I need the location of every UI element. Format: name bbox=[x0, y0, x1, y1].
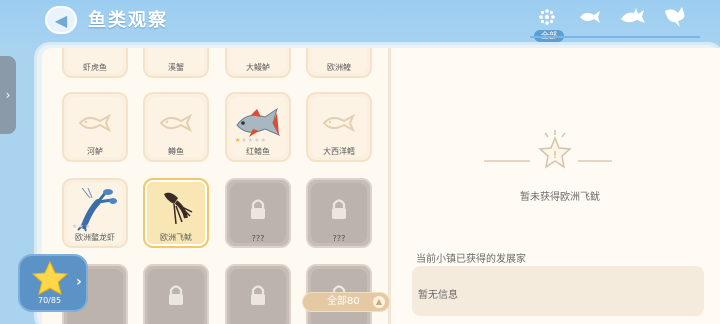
fish-card-locked[interactable]: ??? bbox=[306, 178, 372, 248]
fish-name: ??? bbox=[251, 234, 265, 243]
progress-text: 70/85 bbox=[38, 296, 62, 305]
lock-icon bbox=[251, 199, 265, 219]
count-filter-label: 全部80 bbox=[327, 296, 360, 307]
side-expand-tab[interactable]: › bbox=[0, 56, 16, 134]
lock-icon bbox=[332, 199, 346, 219]
tab-medium-fish[interactable] bbox=[618, 4, 648, 30]
fish-silhouette-icon bbox=[159, 113, 193, 133]
fish-card[interactable]: 河鲈 bbox=[62, 92, 128, 162]
not-obtained-text: 暂未获得欧洲飞鱿 bbox=[520, 192, 600, 203]
rarity-stars: ★★★ bbox=[72, 223, 92, 230]
tab-small-fish[interactable] bbox=[575, 4, 605, 30]
medium-fish-icon bbox=[621, 8, 645, 23]
fish-name: 红鳍鱼 bbox=[246, 147, 270, 156]
squid-icon bbox=[164, 192, 193, 225]
fish-card-selected[interactable]: 欧洲飞鱿 bbox=[143, 178, 209, 248]
fish-silhouette-icon bbox=[78, 113, 112, 133]
chevron-left-icon: ◀ bbox=[54, 10, 68, 30]
lock-icon bbox=[251, 285, 265, 305]
fish-card[interactable]: 溪蟹 bbox=[143, 48, 209, 78]
star-badge-icon bbox=[31, 260, 69, 295]
chevron-up-icon: ▲ bbox=[373, 296, 385, 308]
tab-all[interactable] bbox=[532, 4, 562, 30]
fish-card[interactable]: ★★★ 欧洲螯龙虾 bbox=[62, 178, 128, 248]
fish-grid: 虾虎鱼 溪蟹 大鳗鲈 欧洲鳇 河鲈 鳟鱼 ★★★★★ 红鳍鱼 大西洋鳕 ★★★ … bbox=[42, 48, 390, 324]
fish-card[interactable]: 鳟鱼 bbox=[143, 92, 209, 162]
rarity-stars: ★★★★★ bbox=[235, 137, 267, 144]
fish-card[interactable]: 大西洋鳕 bbox=[306, 92, 372, 162]
fish-name: 虾虎鱼 bbox=[83, 63, 107, 72]
filter-tabs: 全部 bbox=[530, 2, 700, 42]
unobtained-star-icon: ! bbox=[530, 128, 580, 178]
small-fish-icon bbox=[580, 11, 600, 23]
chevron-right-icon: › bbox=[76, 274, 82, 290]
collection-progress[interactable]: 70/85 › bbox=[18, 254, 88, 312]
fish-card[interactable]: 欧洲鳇 bbox=[306, 48, 372, 78]
fish-name: 欧洲鳇 bbox=[327, 63, 351, 72]
developers-title: 当前小镇已获得的发展家 bbox=[416, 254, 526, 265]
fish-card-locked[interactable]: ??? bbox=[225, 178, 291, 248]
large-fish-icon bbox=[665, 7, 685, 27]
red-fin-fish-icon bbox=[236, 107, 281, 137]
lock-icon bbox=[169, 285, 183, 305]
back-button[interactable]: ◀ bbox=[45, 6, 77, 34]
fish-name: 欧洲螯龙虾 bbox=[75, 233, 115, 242]
divider-left bbox=[484, 160, 530, 162]
fish-card[interactable]: 大鳗鲈 bbox=[225, 48, 291, 78]
fish-card[interactable]: ★★★★★ 红鳍鱼 bbox=[225, 92, 291, 162]
fish-card-locked[interactable] bbox=[143, 264, 209, 324]
svg-text:!: ! bbox=[553, 150, 557, 161]
grid-all-icon bbox=[539, 9, 555, 25]
fish-card-locked[interactable] bbox=[225, 264, 291, 324]
fish-name: 大鳗鲈 bbox=[246, 63, 270, 72]
fish-name: ??? bbox=[332, 234, 346, 243]
divider-right bbox=[578, 160, 612, 162]
tab-underline bbox=[530, 36, 700, 38]
fish-name: 欧洲飞鱿 bbox=[160, 233, 192, 242]
count-filter-button[interactable]: 全部80 ▲ bbox=[302, 292, 390, 312]
fish-card[interactable]: 虾虎鱼 bbox=[62, 48, 128, 78]
fish-silhouette-icon bbox=[322, 113, 356, 133]
developers-empty-text: 暂无信息 bbox=[418, 290, 458, 301]
fish-name: 大西洋鳕 bbox=[323, 147, 355, 156]
fish-name: 鳟鱼 bbox=[168, 147, 184, 156]
fish-name: 河鲈 bbox=[87, 147, 103, 156]
chevron-right-icon: › bbox=[5, 88, 11, 102]
page-title: 鱼类观察 bbox=[88, 10, 168, 31]
tab-large-fish[interactable] bbox=[660, 4, 690, 30]
fish-name: 溪蟹 bbox=[168, 63, 184, 72]
